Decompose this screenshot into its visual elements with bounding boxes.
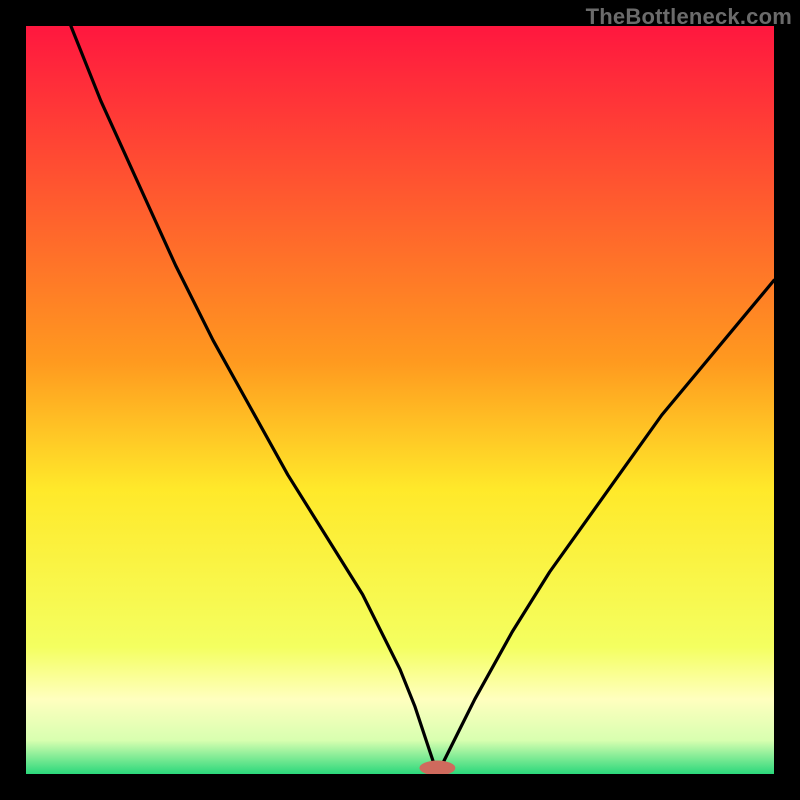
bottleneck-chart (26, 26, 774, 774)
gradient-background (26, 26, 774, 774)
plot-area (26, 26, 774, 774)
chart-frame: TheBottleneck.com (0, 0, 800, 800)
watermark-text: TheBottleneck.com (586, 4, 792, 30)
